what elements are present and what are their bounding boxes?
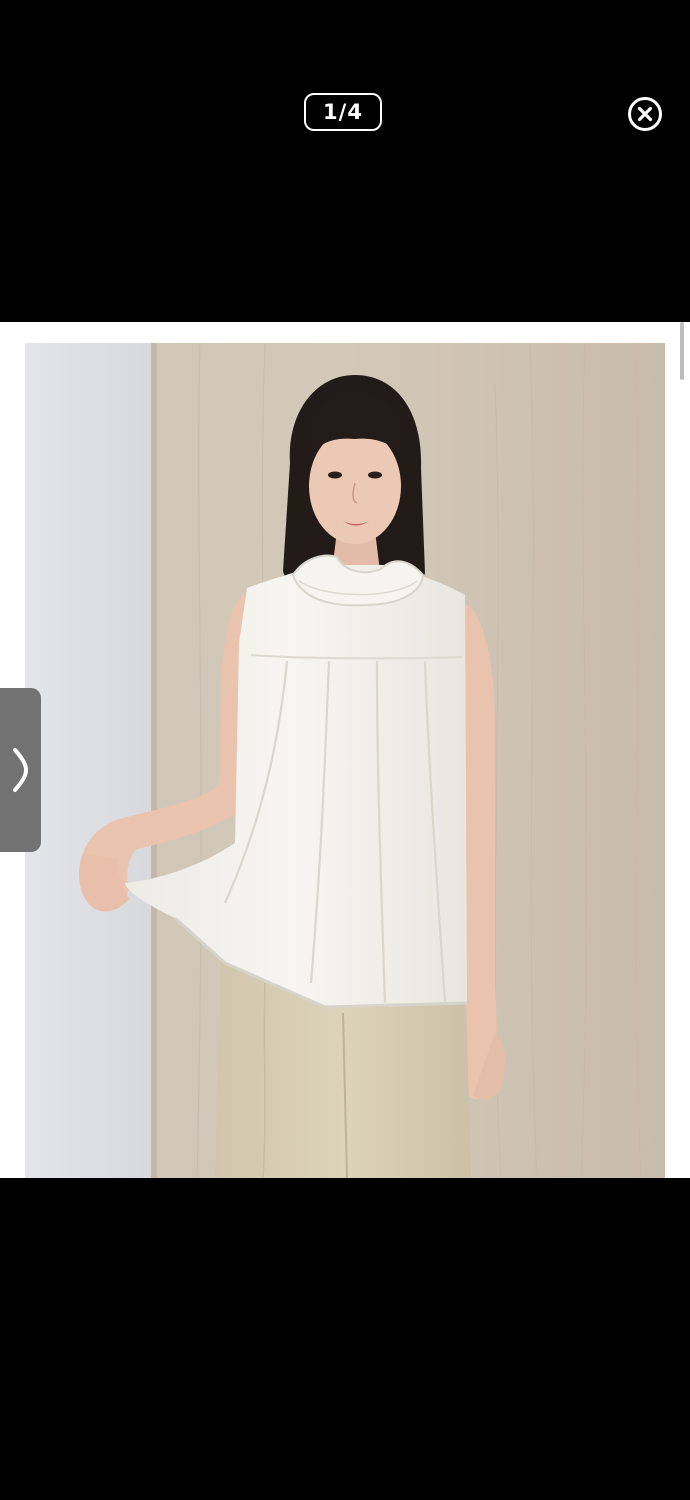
- model-photo: [25, 343, 665, 1178]
- page-counter: 1/4: [304, 93, 382, 131]
- scrollbar-thumb[interactable]: [680, 322, 684, 380]
- next-image-button[interactable]: [0, 688, 41, 852]
- photo-frame: [0, 322, 690, 1178]
- close-button[interactable]: [627, 96, 663, 132]
- image-viewer: 1/4: [0, 0, 690, 1500]
- chevron-right-icon: [13, 748, 29, 792]
- close-circle-icon: [628, 97, 662, 131]
- product-photo[interactable]: [25, 343, 665, 1178]
